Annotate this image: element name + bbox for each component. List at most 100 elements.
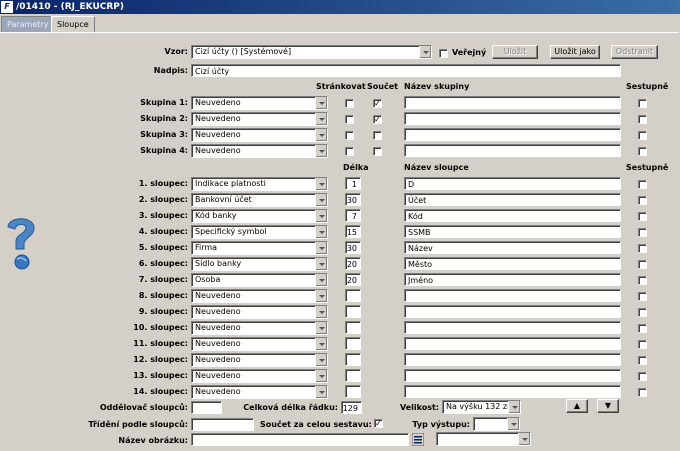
- column-select[interactable]: Specifický symbol: [191, 225, 328, 239]
- tab-parametry[interactable]: Parametry: [1, 16, 55, 32]
- chevron-down-icon[interactable]: [315, 274, 327, 286]
- move-up-button[interactable]: ▲: [566, 399, 588, 413]
- sestupne-checkbox[interactable]: [638, 115, 647, 124]
- trideni-input[interactable]: [191, 418, 254, 431]
- sestupne-checkbox[interactable]: [638, 324, 647, 333]
- column-select[interactable]: Sídlo banky: [191, 257, 328, 271]
- column-select[interactable]: Neuvedeno: [191, 305, 328, 319]
- column-length-input[interactable]: [345, 337, 361, 350]
- column-select[interactable]: Neuvedeno: [191, 385, 328, 399]
- nadpis-input[interactable]: Cizí účty: [191, 64, 621, 77]
- chevron-down-icon[interactable]: [315, 354, 327, 366]
- save-as-button[interactable]: Uložit jako: [550, 45, 600, 59]
- soucet-celou-checkbox[interactable]: ✓: [374, 419, 383, 428]
- chevron-down-icon[interactable]: [315, 113, 327, 125]
- verejny-checkbox[interactable]: [439, 49, 448, 58]
- soucet-checkbox[interactable]: [373, 147, 382, 156]
- column-length-input[interactable]: 1: [345, 177, 361, 190]
- sestupne-checkbox[interactable]: [638, 308, 647, 317]
- column-name-input[interactable]: [404, 353, 621, 366]
- column-name-input[interactable]: Název: [404, 241, 621, 254]
- delete-button[interactable]: Odstranit: [611, 45, 658, 59]
- column-select[interactable]: Neuvedeno: [191, 321, 328, 335]
- column-name-input[interactable]: D: [404, 177, 621, 190]
- sestupne-checkbox[interactable]: [638, 147, 647, 156]
- chevron-down-icon[interactable]: [315, 386, 327, 398]
- column-length-input[interactable]: [345, 321, 361, 334]
- strankovat-checkbox[interactable]: [345, 99, 354, 108]
- group-name-input[interactable]: [404, 112, 621, 125]
- chevron-down-icon[interactable]: [315, 306, 327, 318]
- column-length-input[interactable]: [345, 385, 361, 398]
- sestupne-checkbox[interactable]: [638, 196, 647, 205]
- chevron-down-icon[interactable]: [315, 129, 327, 141]
- soucet-checkbox[interactable]: [373, 131, 382, 140]
- sestupne-checkbox[interactable]: [638, 276, 647, 285]
- column-name-input[interactable]: Kód: [404, 209, 621, 222]
- sestupne-checkbox[interactable]: [638, 180, 647, 189]
- column-name-input[interactable]: [404, 289, 621, 302]
- chevron-down-icon[interactable]: [315, 226, 327, 238]
- sestupne-checkbox[interactable]: [638, 260, 647, 269]
- column-length-input[interactable]: [345, 369, 361, 382]
- group-select[interactable]: Neuvedeno: [191, 128, 328, 142]
- column-name-input[interactable]: Účet: [404, 193, 621, 206]
- group-select[interactable]: Neuvedeno: [191, 96, 328, 110]
- group-select[interactable]: Neuvedeno: [191, 112, 328, 126]
- column-length-input[interactable]: 20: [345, 257, 361, 270]
- column-select[interactable]: Osoba: [191, 273, 328, 287]
- column-length-input[interactable]: 30: [345, 241, 361, 254]
- chevron-down-icon[interactable]: [315, 370, 327, 382]
- move-down-button[interactable]: ▼: [597, 399, 619, 413]
- column-select[interactable]: Firma: [191, 241, 328, 255]
- sestupne-checkbox[interactable]: [638, 99, 647, 108]
- chevron-down-icon[interactable]: [315, 97, 327, 109]
- chevron-down-icon[interactable]: [518, 433, 530, 445]
- column-select[interactable]: Bankovní účet: [191, 193, 328, 207]
- column-select[interactable]: Indikace platnosti: [191, 177, 328, 191]
- sestupne-checkbox[interactable]: [638, 292, 647, 301]
- soucet-checkbox[interactable]: ✓: [373, 99, 382, 108]
- obrazek-select[interactable]: [436, 432, 531, 446]
- column-name-input[interactable]: [404, 385, 621, 398]
- column-name-input[interactable]: [404, 321, 621, 334]
- group-name-input[interactable]: [404, 128, 621, 141]
- column-select[interactable]: Neuvedeno: [191, 337, 328, 351]
- sestupne-checkbox[interactable]: [638, 388, 647, 397]
- column-length-input[interactable]: 30: [345, 193, 361, 206]
- sestupne-checkbox[interactable]: [638, 372, 647, 381]
- chevron-down-icon[interactable]: [507, 418, 519, 430]
- sestupne-checkbox[interactable]: [638, 131, 647, 140]
- column-name-input[interactable]: SSMB: [404, 225, 621, 238]
- sestupne-checkbox[interactable]: [638, 356, 647, 365]
- chevron-down-icon[interactable]: [419, 46, 431, 58]
- column-length-input[interactable]: [345, 305, 361, 318]
- typ-vystupu-select[interactable]: [473, 417, 520, 431]
- chevron-down-icon[interactable]: [315, 210, 327, 222]
- chevron-down-icon[interactable]: [315, 178, 327, 190]
- sestupne-checkbox[interactable]: [638, 228, 647, 237]
- column-name-input[interactable]: Město: [404, 257, 621, 270]
- column-name-input[interactable]: [404, 305, 621, 318]
- column-name-input[interactable]: Jméno: [404, 273, 621, 286]
- tab-sloupce[interactable]: Sloupce: [51, 16, 95, 32]
- chevron-down-icon[interactable]: [315, 322, 327, 334]
- column-select[interactable]: Neuvedeno: [191, 289, 328, 303]
- column-select[interactable]: Kód banky: [191, 209, 328, 223]
- strankovat-checkbox[interactable]: [345, 147, 354, 156]
- chevron-down-icon[interactable]: [315, 194, 327, 206]
- strankovat-checkbox[interactable]: [345, 131, 354, 140]
- column-length-input[interactable]: [345, 353, 361, 366]
- group-select[interactable]: Neuvedeno: [191, 144, 328, 158]
- chevron-down-icon[interactable]: [315, 338, 327, 350]
- column-length-input[interactable]: 7: [345, 209, 361, 222]
- sestupne-checkbox[interactable]: [638, 340, 647, 349]
- column-length-input[interactable]: [345, 289, 361, 302]
- column-select[interactable]: Neuvedeno: [191, 369, 328, 383]
- column-length-input[interactable]: 15: [345, 225, 361, 238]
- oddelovac-input[interactable]: [191, 401, 222, 414]
- list-icon[interactable]: [412, 433, 424, 446]
- chevron-down-icon[interactable]: [508, 401, 520, 413]
- chevron-down-icon[interactable]: [315, 242, 327, 254]
- group-name-input[interactable]: [404, 144, 621, 157]
